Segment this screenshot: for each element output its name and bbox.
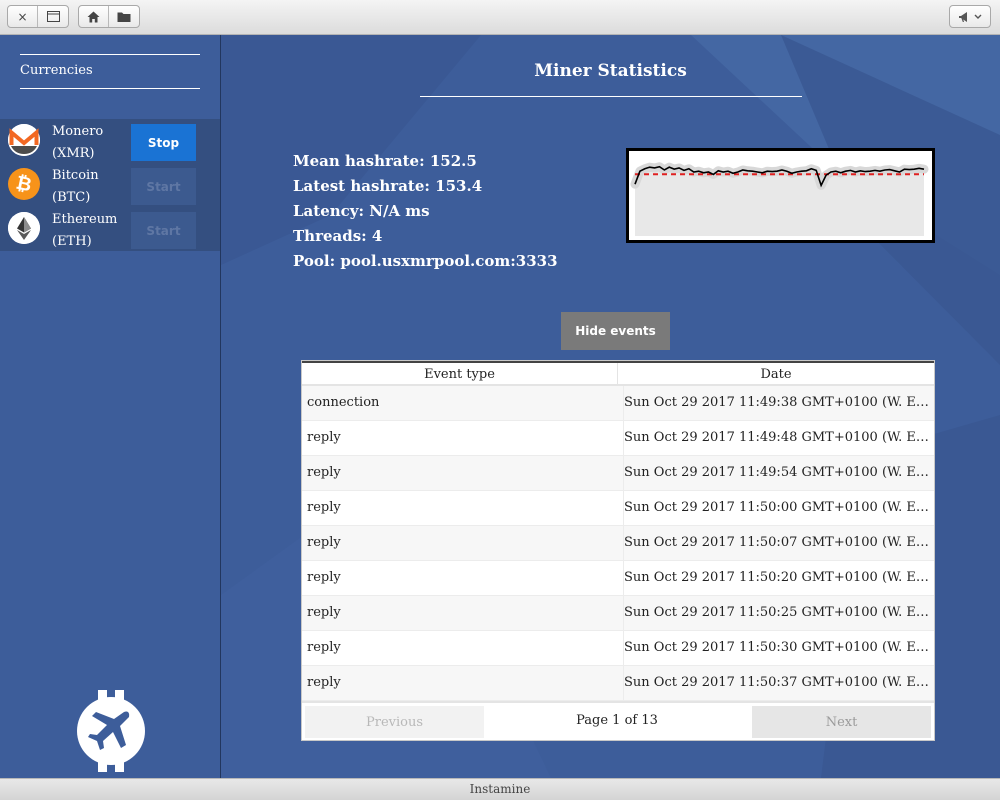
date-cell: Sun Oct 29 2017 11:50:37 GMT+0100 (W. Eu… — [623, 666, 931, 701]
latency: Latency: N/A ms — [293, 202, 430, 220]
page-title: Miner Statistics — [534, 61, 687, 81]
megaphone-icon — [959, 11, 967, 22]
bitcoin-icon: ₿ — [8, 168, 40, 200]
currency-list: Monero (XMR) Stop ₿ Bitcoin (BTC) Start … — [0, 119, 220, 251]
start-button[interactable]: Start — [131, 212, 196, 249]
threads: Threads: 4 — [293, 227, 383, 245]
menu-button[interactable] — [950, 6, 990, 27]
currency-symbol: (XMR) — [52, 146, 95, 161]
chart-area — [635, 166, 924, 236]
currency-symbol: (ETH) — [52, 234, 92, 249]
currency-name: Ethereum — [52, 212, 118, 227]
column-header-date[interactable]: Date — [618, 363, 934, 386]
pool: Pool: pool.usxmrpool.com:3333 — [293, 252, 558, 270]
home-icon — [87, 11, 100, 22]
divider — [20, 54, 200, 55]
events-table: Event type Date connection Sun Oct 29 201… — [301, 360, 935, 741]
table-row: reply Sun Oct 29 2017 11:50:20 GMT+0100 (… — [302, 561, 934, 596]
event-type-cell: reply — [307, 675, 341, 690]
start-button[interactable]: Start — [131, 168, 196, 205]
table-row: reply Sun Oct 29 2017 11:50:30 GMT+0100 (… — [302, 631, 934, 666]
table-row: reply Sun Oct 29 2017 11:50:07 GMT+0100 (… — [302, 526, 934, 561]
previous-page-button[interactable]: Previous — [305, 706, 484, 738]
toolbar: × — [0, 0, 1000, 35]
status-bar: Instamine — [0, 778, 1000, 800]
title-divider — [420, 96, 802, 97]
event-type-cell: reply — [307, 430, 341, 445]
currency-name: Bitcoin — [52, 168, 99, 183]
latest-hashrate: Latest hashrate: 153.4 — [293, 177, 483, 195]
hide-events-button[interactable]: Hide events — [561, 312, 670, 350]
nav-controls — [78, 5, 140, 28]
hashrate-chart-svg — [630, 162, 929, 236]
monero-icon — [8, 124, 40, 156]
folder-button[interactable] — [109, 6, 139, 27]
date-cell: Sun Oct 29 2017 11:50:00 GMT+0100 (W. Eu… — [623, 491, 931, 526]
event-type-cell: reply — [307, 535, 341, 550]
close-button[interactable]: × — [8, 6, 38, 27]
date-cell: Sun Oct 29 2017 11:49:38 GMT+0100 (W. Eu… — [623, 386, 931, 421]
event-type-cell: reply — [307, 605, 341, 620]
ethereum-icon — [8, 212, 40, 244]
currency-name: Monero — [52, 124, 104, 139]
table-header: Event type Date — [302, 361, 934, 386]
date-cell: Sun Oct 29 2017 11:50:30 GMT+0100 (W. Eu… — [623, 631, 931, 666]
date-cell: Sun Oct 29 2017 11:50:20 GMT+0100 (W. Eu… — [623, 561, 931, 596]
home-button[interactable] — [79, 6, 109, 27]
chevron-down-icon — [974, 14, 982, 19]
date-cell: Sun Oct 29 2017 11:50:25 GMT+0100 (W. Eu… — [623, 596, 931, 631]
currency-row-monero: Monero (XMR) Stop — [0, 119, 220, 163]
event-type-cell: reply — [307, 640, 341, 655]
currency-label: Ethereum (ETH) — [52, 209, 117, 253]
close-icon: × — [17, 9, 28, 24]
table-row: connection Sun Oct 29 2017 11:49:38 GMT+0… — [302, 386, 934, 421]
divider — [20, 88, 200, 89]
date-cell: Sun Oct 29 2017 11:49:48 GMT+0100 (W. Eu… — [623, 421, 931, 456]
event-type-cell: reply — [307, 570, 341, 585]
mean-hashrate: Mean hashrate: 152.5 — [293, 152, 477, 170]
window-icon — [46, 11, 60, 22]
table-row: reply Sun Oct 29 2017 11:49:48 GMT+0100 (… — [302, 421, 934, 456]
currency-label: Monero (XMR) — [52, 121, 103, 165]
column-header-event-type[interactable]: Event type — [302, 363, 618, 386]
pagination: Previous Page 1 of 13 Next — [302, 701, 934, 740]
table-row: reply Sun Oct 29 2017 11:49:54 GMT+0100 (… — [302, 456, 934, 491]
window-button[interactable] — [38, 6, 68, 27]
stop-button[interactable]: Stop — [131, 124, 196, 161]
sidebar-title: Currencies — [20, 63, 93, 78]
table-row: reply Sun Oct 29 2017 11:50:00 GMT+0100 (… — [302, 491, 934, 526]
table-row: reply Sun Oct 29 2017 11:50:37 GMT+0100 (… — [302, 666, 934, 701]
table-row: reply Sun Oct 29 2017 11:50:25 GMT+0100 (… — [302, 596, 934, 631]
event-type-cell: reply — [307, 500, 341, 515]
event-type-cell: connection — [307, 395, 380, 410]
table-body: connection Sun Oct 29 2017 11:49:38 GMT+0… — [302, 386, 934, 701]
hashrate-chart — [626, 148, 935, 243]
app-logo-icon — [77, 690, 145, 772]
next-page-button[interactable]: Next — [752, 706, 931, 738]
date-cell: Sun Oct 29 2017 11:50:07 GMT+0100 (W. Eu… — [623, 526, 931, 561]
window-controls: × — [7, 5, 69, 28]
currency-row-bitcoin: ₿ Bitcoin (BTC) Start — [0, 163, 220, 207]
date-cell: Sun Oct 29 2017 11:49:54 GMT+0100 (W. Eu… — [623, 456, 931, 491]
sidebar: Currencies Monero (XMR) Stop ₿ Bitcoin (… — [0, 35, 221, 778]
miner-stats: Mean hashrate: 152.5 Latest hashrate: 15… — [293, 149, 558, 274]
page-info: Page 1 of 13 — [576, 713, 658, 728]
currency-label: Bitcoin (BTC) — [52, 165, 99, 209]
folder-icon — [117, 12, 131, 22]
menu-controls — [949, 5, 991, 28]
currency-symbol: (BTC) — [52, 190, 91, 205]
main-panel: Miner Statistics Mean hashrate: 152.5 La… — [221, 35, 1000, 778]
currency-row-ethereum: Ethereum (ETH) Start — [0, 207, 220, 251]
event-type-cell: reply — [307, 465, 341, 480]
